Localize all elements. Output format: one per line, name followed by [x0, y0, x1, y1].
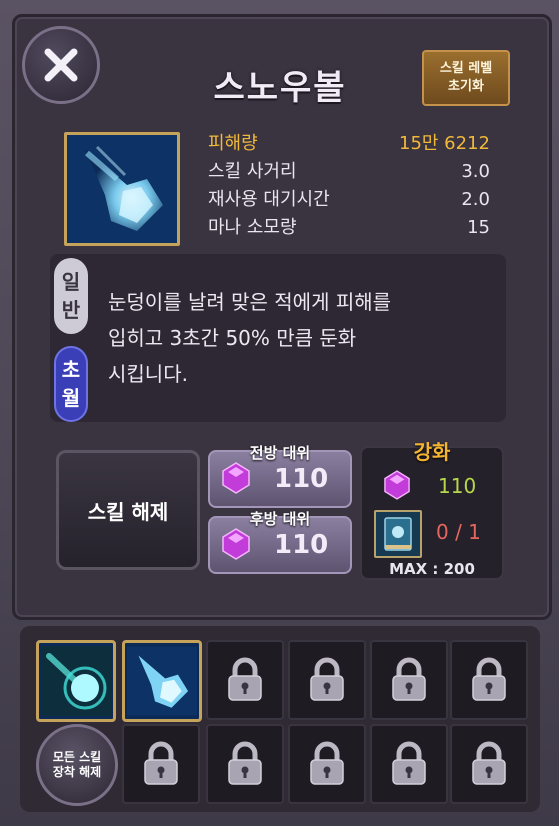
stat-value: 15만 6212 — [399, 133, 490, 154]
reset-label-line1: 스킬 레벨 — [439, 61, 493, 76]
enhance-book-count: 0 / 1 — [436, 520, 481, 544]
front-position-cost: 110 — [274, 464, 329, 494]
stat-value: 3.0 — [461, 161, 490, 182]
description-line: 입히고 3초간 50% 만큼 둔화 — [108, 326, 357, 350]
purple-gem-icon — [222, 528, 250, 560]
description-line: 시킵니다. — [108, 362, 188, 386]
tab-transcend[interactable]: 초 월 — [54, 346, 88, 422]
stat-row-cooldown: 재사용 대기시간 2.0 — [208, 186, 490, 214]
lock-icon — [392, 741, 426, 785]
skill-title: 스노우볼 — [213, 68, 347, 108]
stat-row-damage: 피해량 15만 6212 — [208, 130, 490, 158]
tab-transcend-char1: 초 — [61, 358, 81, 382]
lock-icon — [472, 741, 506, 785]
enhance-max-label: MAX : 200 — [389, 560, 475, 578]
stat-label: 마나 소모량 — [208, 217, 297, 238]
enhance-title: 강화 — [413, 440, 451, 464]
stat-value: 2.0 — [461, 189, 490, 210]
unequip-all-line1: 모든 스킬 — [52, 750, 102, 764]
reset-skill-level-button[interactable]: 스킬 레벨 초기화 — [422, 50, 510, 106]
skill-stats: 피해량 15만 6212 스킬 사거리 3.0 재사용 대기시간 2.0 마나 … — [208, 130, 490, 242]
description-line: 눈덩이를 날려 맞은 적에게 피해를 — [108, 290, 392, 314]
close-button[interactable] — [22, 26, 100, 104]
locked-skill-slot[interactable] — [370, 724, 448, 804]
locked-skill-slot[interactable] — [288, 724, 366, 804]
purple-gem-icon — [384, 470, 410, 500]
release-skill-label: 스킬 해제 — [87, 499, 169, 524]
back-position-cost: 110 — [274, 530, 329, 560]
lock-icon — [228, 741, 262, 785]
back-position-label: 후방 대위 — [249, 510, 311, 528]
stat-label: 재사용 대기시간 — [208, 189, 330, 210]
purple-gem-icon — [222, 462, 250, 494]
stat-row-range: 스킬 사거리 3.0 — [208, 158, 490, 186]
locked-skill-slot[interactable] — [450, 724, 528, 804]
unequip-all-button[interactable]: 모든 스킬 장착 해제 — [36, 724, 118, 806]
unequip-all-line2: 장착 해제 — [52, 765, 102, 779]
lock-icon — [472, 657, 506, 701]
locked-skill-slot[interactable] — [122, 724, 200, 804]
skill-description-box: 일 반 초 월 눈덩이를 날려 맞은 적에게 피해를 입히고 3초간 50% 만… — [50, 254, 506, 422]
snowball-icon — [64, 132, 180, 246]
enhance-gem-cost: 110 — [438, 474, 477, 498]
tab-normal-char1: 일 — [61, 270, 81, 294]
lock-icon — [310, 741, 344, 785]
lock-icon — [310, 657, 344, 701]
close-icon — [44, 48, 78, 82]
release-skill-button[interactable]: 스킬 해제 — [56, 450, 200, 570]
stat-label: 피해량 — [208, 133, 258, 154]
front-position-button[interactable]: 전방 대위 110 — [208, 444, 352, 508]
skill-slot-energy-orb[interactable] — [36, 640, 116, 722]
back-position-button[interactable]: 후방 대위 110 — [208, 510, 352, 574]
skill-book-icon — [374, 510, 422, 558]
locked-skill-slot[interactable] — [450, 640, 528, 720]
lock-icon — [392, 657, 426, 701]
energy-orb-icon — [41, 646, 111, 716]
locked-skill-slot[interactable] — [206, 724, 284, 804]
stat-label: 스킬 사거리 — [208, 161, 297, 182]
tab-transcend-char2: 월 — [61, 386, 81, 410]
snowball-icon — [127, 646, 197, 716]
enhance-panel[interactable]: 강화 110 0 / 1 MAX : 200 — [360, 440, 504, 580]
locked-skill-slot[interactable] — [370, 640, 448, 720]
lock-icon — [144, 741, 178, 785]
skill-description: 눈덩이를 날려 맞은 적에게 피해를 입히고 3초간 50% 만큼 둔화 시킵니… — [108, 284, 488, 392]
locked-skill-slot[interactable] — [288, 640, 366, 720]
stat-row-mana: 마나 소모량 15 — [208, 214, 490, 242]
skill-slot-snowball[interactable] — [122, 640, 202, 722]
locked-skill-slot[interactable] — [206, 640, 284, 720]
tab-normal[interactable]: 일 반 — [54, 258, 88, 334]
lock-icon — [228, 657, 262, 701]
front-position-label: 전방 대위 — [249, 444, 311, 462]
stat-value: 15 — [467, 217, 490, 238]
tab-normal-char2: 반 — [61, 298, 81, 322]
reset-label-line2: 초기화 — [448, 79, 484, 94]
